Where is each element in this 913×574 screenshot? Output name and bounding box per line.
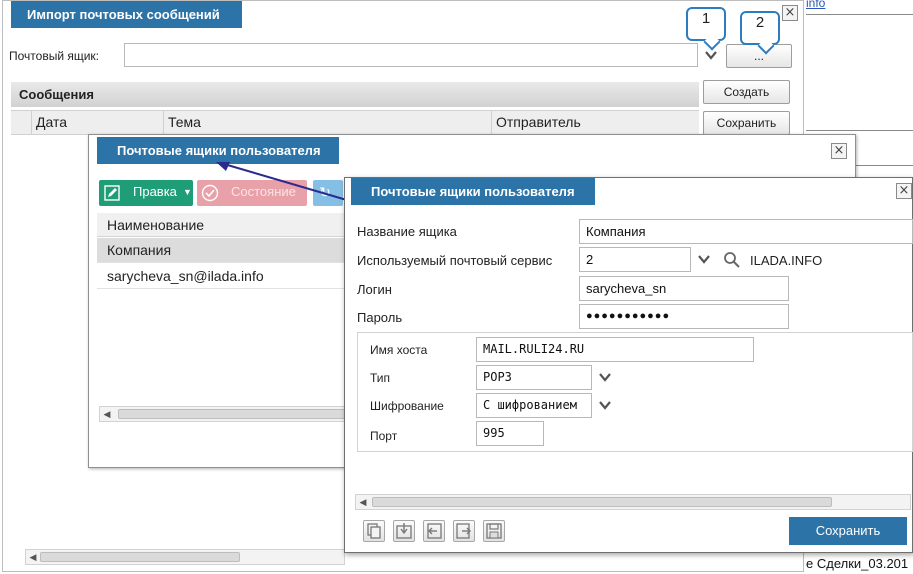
mailbox-form-window: Почтовые ящики пользователя × Название я…	[344, 177, 913, 553]
search-icon[interactable]	[723, 251, 741, 269]
encryption-dropdown-chevron-icon[interactable]	[598, 398, 612, 412]
scroll-thumb[interactable]	[40, 552, 240, 562]
copy-icon[interactable]	[363, 520, 385, 542]
edit-dropdown-caret-icon: ▼	[183, 187, 192, 197]
messages-section-header: Сообщения	[11, 82, 699, 107]
name-column-header-label: Наименование	[107, 217, 205, 233]
background-deals-text: е Сделки_03.201	[806, 556, 909, 571]
mailbox-name-label: Название ящика	[357, 224, 457, 239]
edit-button[interactable]: Правка ▼	[99, 180, 193, 206]
background-info-link[interactable]: info	[806, 0, 825, 10]
import-window-title: Импорт почтовых сообщений	[11, 1, 242, 28]
mailboxes-horizontal-scrollbar[interactable]: ◀	[99, 406, 349, 422]
list-item[interactable]: sarycheva_sn@ilada.info	[97, 264, 357, 289]
mailbox-name-input[interactable]: Компания	[579, 219, 913, 244]
save-disk-icon[interactable]	[483, 520, 505, 542]
type-dropdown-chevron-icon[interactable]	[598, 370, 612, 384]
port-input[interactable]: 995	[476, 421, 544, 446]
name-column-header[interactable]: Наименование	[97, 213, 357, 237]
messages-grid-header: Дата Тема Отправитель	[11, 110, 699, 135]
form-save-button[interactable]: Сохранить	[789, 517, 907, 545]
column-date[interactable]: Дата	[31, 111, 161, 134]
login-label: Логин	[357, 282, 392, 297]
scroll-thumb[interactable]	[118, 409, 346, 419]
scroll-left-arrow-icon[interactable]: ◀	[357, 496, 369, 508]
edit-button-label: Правка	[133, 184, 177, 199]
port-label: Порт	[370, 429, 398, 443]
host-input[interactable]: MAIL.RULI24.RU	[476, 337, 754, 362]
scroll-thumb[interactable]	[372, 497, 832, 507]
column-subject[interactable]: Тема	[163, 111, 489, 134]
export-icon[interactable]	[453, 520, 475, 542]
mailbox-form-title: Почтовые ящики пользователя	[351, 178, 595, 205]
encryption-select[interactable]: С шифрованием	[476, 393, 592, 418]
scroll-left-arrow-icon[interactable]: ◀	[101, 408, 113, 420]
mail-service-name: ILADA.INFO	[750, 253, 823, 268]
mail-service-input[interactable]: 2	[579, 247, 691, 272]
import-window-close-button[interactable]: ×	[782, 5, 798, 21]
import-save-button[interactable]: Сохранить	[703, 111, 790, 135]
encryption-label: Шифрование	[370, 399, 444, 413]
background-divider	[806, 14, 913, 15]
create-button[interactable]: Создать	[703, 80, 790, 104]
import-horizontal-scrollbar[interactable]: ◀	[25, 549, 345, 565]
password-label: Пароль	[357, 310, 403, 325]
back-icon[interactable]	[423, 520, 445, 542]
type-select[interactable]: POP3	[476, 365, 592, 390]
background-divider	[806, 130, 913, 131]
scroll-left-arrow-icon[interactable]: ◀	[27, 551, 39, 563]
form-horizontal-scrollbar[interactable]: ◀	[355, 494, 911, 510]
login-input[interactable]: sarycheva_sn	[579, 276, 789, 301]
mailbox-input[interactable]	[124, 43, 698, 67]
server-settings-panel: Имя хоста MAIL.RULI24.RU Тип POP3 Шифров…	[357, 332, 913, 452]
mailboxes-window-close-button[interactable]: ×	[831, 143, 847, 159]
mailbox-label: Почтовый ящик:	[9, 49, 100, 63]
host-label: Имя хоста	[370, 343, 428, 357]
type-label: Тип	[370, 371, 391, 385]
callout-2: 2	[740, 11, 780, 45]
import-icon[interactable]	[393, 520, 415, 542]
mail-service-dropdown-chevron-icon[interactable]	[697, 252, 711, 266]
column-sender[interactable]: Отправитель	[491, 111, 697, 134]
callout-1: 1	[686, 7, 726, 41]
mailbox-form-close-button[interactable]: ×	[896, 183, 912, 199]
password-input[interactable]: ●●●●●●●●●●●	[579, 304, 789, 329]
edit-pencil-icon	[104, 185, 120, 201]
list-item[interactable]: Компания	[97, 238, 357, 263]
mail-service-label: Используемый почтовый сервис	[357, 253, 553, 268]
